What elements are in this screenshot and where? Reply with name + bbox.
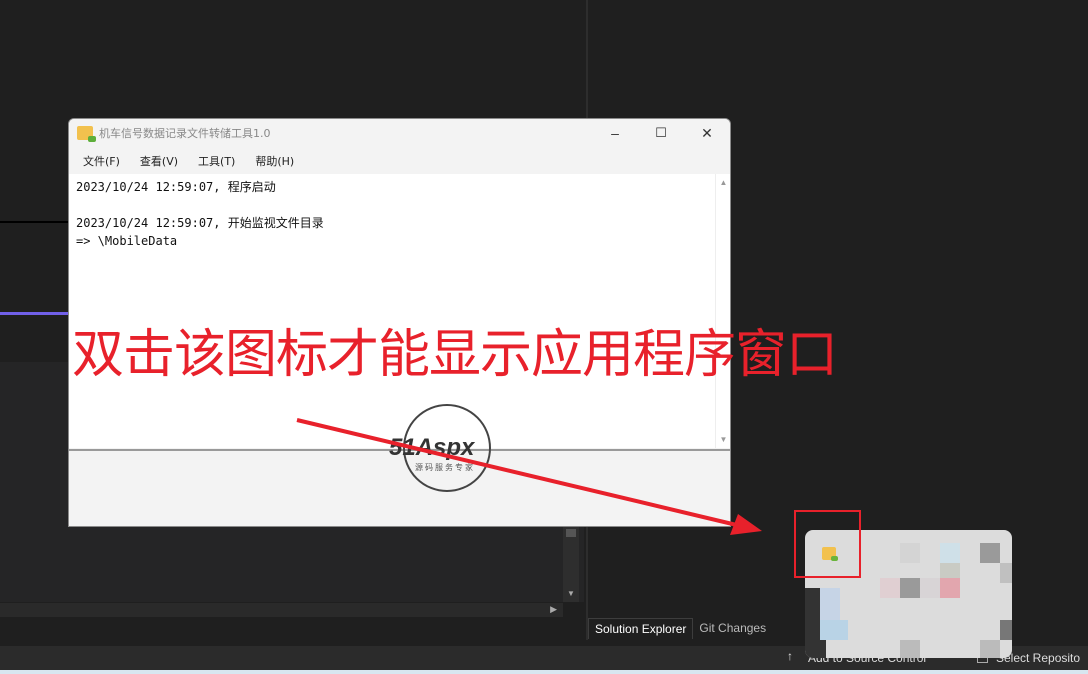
highlight-box <box>794 510 861 578</box>
